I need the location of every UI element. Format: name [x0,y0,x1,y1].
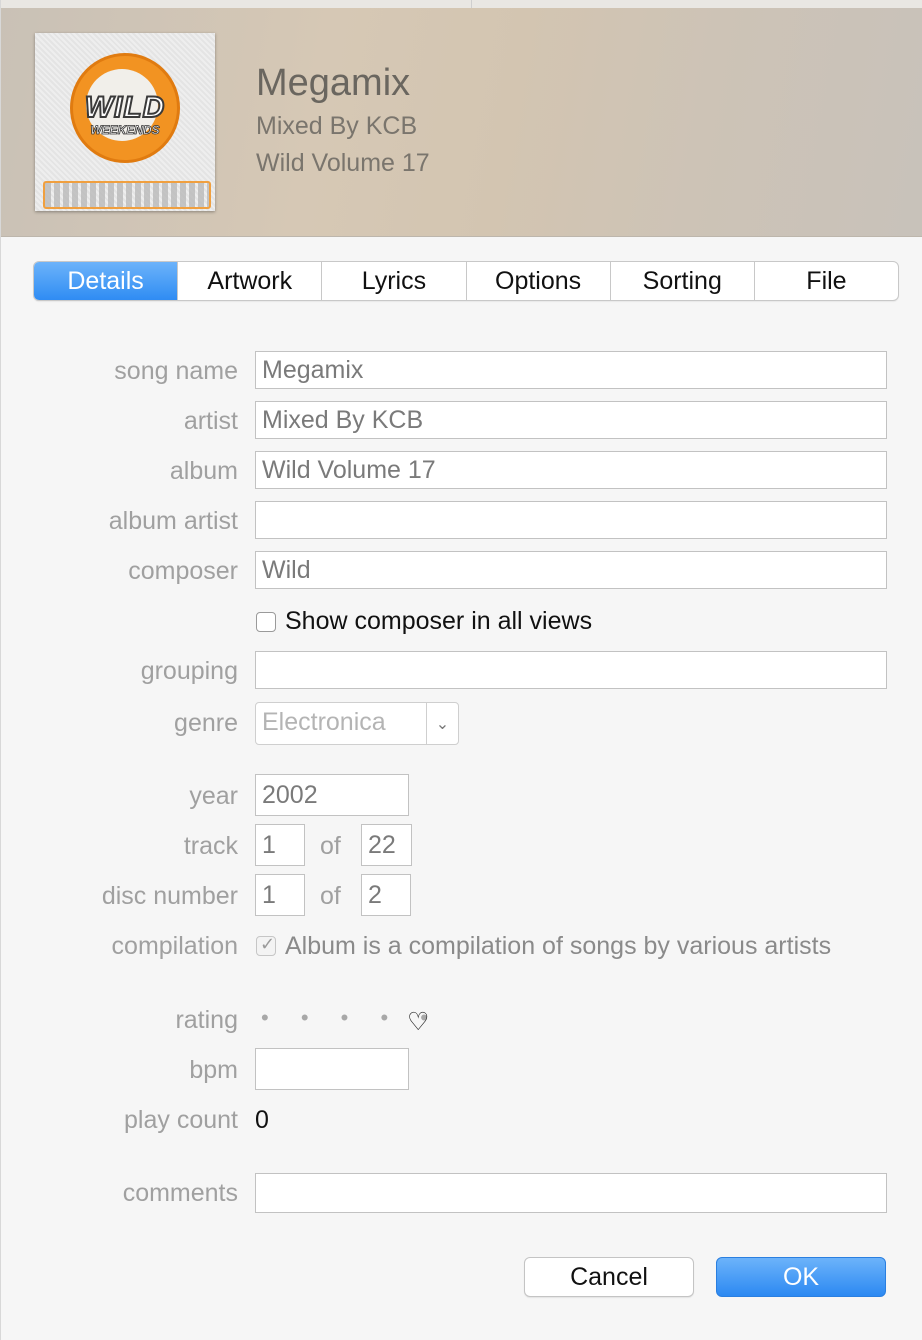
song-name-field[interactable]: Megamix [255,351,887,389]
track-total-field[interactable]: 22 [361,824,412,866]
chevron-down-icon[interactable]: ⌄ [426,703,458,744]
composer-label: composer [128,557,238,585]
cancel-button[interactable]: Cancel [524,1257,694,1297]
disc-of-label: of [320,882,341,910]
disc-number-field[interactable]: 1 [255,874,305,916]
grouping-label: grouping [140,657,238,685]
composer-field[interactable]: Wild [255,551,887,589]
heart-icon[interactable]: ♡ [407,1007,429,1036]
genre-combobox[interactable]: Electronica ⌄ [255,702,459,745]
tab-sorting[interactable]: Sorting [609,262,754,300]
artwork-tracklist-box [43,181,211,209]
track-label: track [183,832,238,860]
ok-button[interactable]: OK [716,1257,886,1297]
track-number-field[interactable]: 1 [255,824,305,866]
show-composer-label: Show composer in all views [285,607,593,635]
artwork-logo-subtext: WEEKENDS [90,123,160,138]
comments-label: comments [122,1179,238,1207]
tab-bar: Details Artwork Lyrics Options Sorting F… [33,261,899,301]
compilation-text: Album is a compilation of songs by vario… [285,932,832,960]
bpm-field[interactable] [255,1048,409,1090]
header: WILD WEEKENDS Megamix Mixed By KCB Wild … [1,0,922,237]
bpm-label: bpm [189,1056,238,1084]
tab-options[interactable]: Options [465,262,610,300]
song-name-label: song name [114,357,238,385]
title-strip [1,0,922,8]
tab-lyrics[interactable]: Lyrics [321,262,465,300]
year-field[interactable]: 2002 [255,774,409,816]
album-artist-label: album artist [108,507,238,535]
artwork-logo-text: WILD [84,90,166,125]
show-composer-checkbox[interactable] [256,612,276,632]
tab-details[interactable]: Details [34,262,178,300]
song-artist: Mixed By KCB [256,112,418,140]
artist-label: artist [183,407,238,435]
disc-number-label: disc number [101,882,238,910]
track-of-label: of [320,832,341,860]
song-album: Wild Volume 17 [256,149,430,177]
song-title: Megamix [256,62,411,104]
play-count-value: 0 [255,1106,269,1134]
tab-artwork[interactable]: Artwork [177,262,321,300]
album-field[interactable]: Wild Volume 17 [255,451,887,489]
comments-field[interactable] [255,1173,887,1213]
grouping-field[interactable] [255,651,887,689]
artist-field[interactable]: Mixed By KCB [255,401,887,439]
compilation-label: compilation [111,932,238,960]
rating-label: rating [175,1006,238,1034]
genre-value[interactable]: Electronica [262,708,386,737]
play-count-label: play count [124,1106,238,1134]
album-artwork: WILD WEEKENDS [35,33,215,211]
tab-file[interactable]: File [753,262,898,300]
album-label: album [169,457,238,485]
get-info-window: WILD WEEKENDS Megamix Mixed By KCB Wild … [0,0,922,1340]
disc-total-field[interactable]: 2 [361,874,411,916]
compilation-checkbox[interactable] [256,934,276,956]
album-artist-field[interactable] [255,501,887,539]
year-label: year [189,782,238,810]
genre-label: genre [174,709,238,737]
